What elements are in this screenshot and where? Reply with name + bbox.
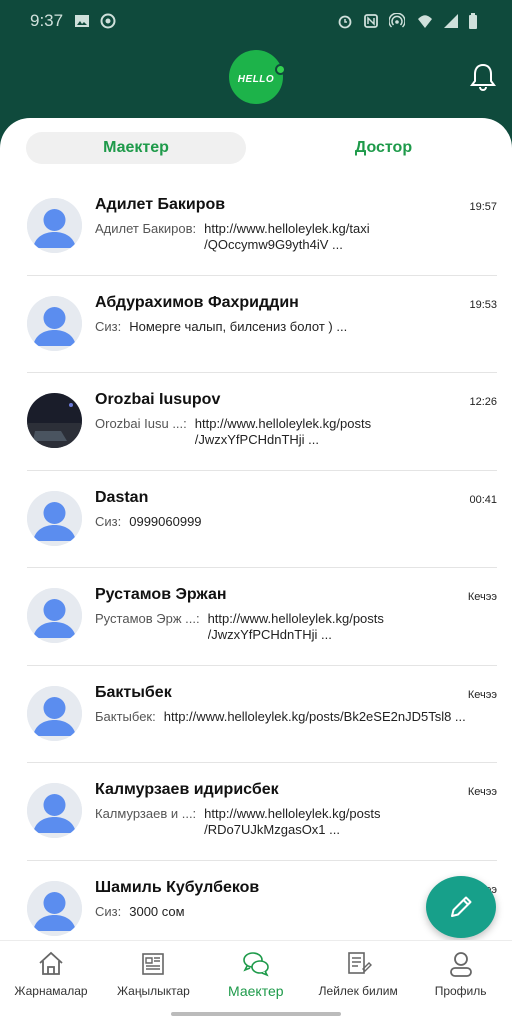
contact-name: Адилет Бакиров <box>95 196 226 213</box>
nav-item-chat[interactable]: Маектер <box>205 941 307 1007</box>
message-text: http://www.helloleylek.kg/posts /JwzxYfP… <box>207 611 384 642</box>
tabs: Маектер Достор <box>26 132 496 164</box>
contact-name: Dastan <box>95 488 149 506</box>
message-preview: Рустамов Эрж ...: http://www.helloleylek.… <box>95 611 497 643</box>
nav-label: Маектер <box>228 983 284 999</box>
contact-name: Orozbai Iusupov <box>95 391 221 408</box>
conversation-row[interactable]: Рустамов Эржан Кечээ Рустамов Эрж ...: http… <box>0 568 512 666</box>
conversation-row[interactable]: Бактыбек Кечээ Бактыбек: http://www.hellole… <box>0 666 512 763</box>
message-time: 19:57 <box>469 201 497 213</box>
nfc-icon <box>364 14 378 28</box>
message-text: http://www.helloleylek.kg/posts/Bk2eSE2n… <box>163 708 466 724</box>
battery-icon <box>469 13 477 29</box>
logo-text: HELLO <box>237 73 275 85</box>
app-logo: HELLO <box>229 50 283 104</box>
message-preview: Сиз: 0999060999 <box>95 514 497 530</box>
contact-name: Рустамов Эржан <box>95 586 227 603</box>
conversation-row[interactable]: Адилет Бакиров 19:57 Адилет Бакиров: http:/… <box>0 178 512 276</box>
contact-name: Калмурзаев идирисбек <box>95 781 279 798</box>
message-sender: Сиз: <box>95 903 122 919</box>
avatar <box>27 685 82 741</box>
avatar <box>27 393 82 448</box>
conversation-row[interactable]: Калмурзаев идирисбек Кечээ Калмурзаев и ..… <box>0 763 512 861</box>
contact-name: Шамиль Кубулбеков <box>95 878 260 896</box>
nav-item-home[interactable]: Жарнамалар <box>0 941 102 1007</box>
message-sender: Бактыбек: <box>95 708 156 724</box>
message-time: 00:41 <box>469 493 497 506</box>
message-preview: Адилет Бакиров: http://www.helloleylek.kg… <box>95 221 497 253</box>
avatar <box>27 588 82 643</box>
message-preview: Бактыбек: http://www.helloleylek.kg/posts… <box>95 709 497 725</box>
document-icon <box>348 952 373 974</box>
message-sender: Рустамов Эрж ...: <box>95 611 200 626</box>
message-preview: Orozbai Iusu ...: http://www.helloleylek.… <box>95 416 497 448</box>
chat-icon <box>242 952 269 977</box>
sync-icon <box>100 13 116 29</box>
message-time: 12:26 <box>469 396 497 408</box>
avatar <box>27 783 82 838</box>
message-time: Кечээ <box>467 591 497 603</box>
message-sender: Orozbai Iusu ...: <box>95 416 187 431</box>
message-text: 0999060999 <box>129 513 202 529</box>
compose-button[interactable] <box>426 876 496 938</box>
message-text: http://www.helloleylek.kg/posts /RDo7UJk… <box>204 806 381 837</box>
contact-name: Абдурахимов Фахриддин <box>95 293 299 311</box>
alarm-icon <box>338 15 352 29</box>
message-text: Номерге чалып, билсениз болот ) ... <box>129 318 348 334</box>
contact-name: Бактыбек <box>95 683 172 701</box>
conversation-row[interactable]: Dastan 00:41 Сиз: 0999060999 <box>0 471 512 568</box>
gallery-icon <box>75 15 89 27</box>
avatar <box>27 880 82 936</box>
message-sender: Сиз: <box>95 513 122 529</box>
nav-label: Жарнамалар <box>14 984 88 998</box>
message-sender: Калмурзаев и ...: <box>95 806 197 821</box>
avatar <box>27 295 82 351</box>
bell-icon[interactable] <box>469 62 497 92</box>
nav-label: Лейлек билим <box>318 984 398 998</box>
message-time: Кечээ <box>467 688 497 701</box>
message-text: 3000 сом <box>129 903 185 919</box>
tab-friends[interactable]: Достор <box>271 132 496 164</box>
online-dot <box>275 64 286 75</box>
message-text: http://www.helloleylek.kg/posts /JwzxYfP… <box>194 416 372 447</box>
hotspot-icon <box>389 13 405 28</box>
signal-icon <box>444 14 458 28</box>
nav-item-document[interactable]: Лейлек билим <box>307 941 409 1007</box>
profile-icon <box>449 952 472 977</box>
pencil-icon <box>451 896 472 917</box>
conversation-row[interactable]: Абдурахимов Фахриддин 19:53 Сиз: Номерге ча… <box>0 276 512 373</box>
nav-label: Жаңылыктар <box>116 984 190 998</box>
nav-item-profile[interactable]: Профиль <box>410 941 512 1007</box>
message-time: Кечээ <box>467 786 497 798</box>
newspaper-icon <box>142 953 165 975</box>
avatar <box>27 490 82 546</box>
home-icon <box>39 951 63 975</box>
message-text: http://www.helloleylek.kg/taxi /QOccymw9… <box>204 221 370 252</box>
nav-label: Профиль <box>434 984 487 998</box>
nav-item-newspaper[interactable]: Жаңылыктар <box>102 941 204 1007</box>
status-time: 9:37 <box>30 11 64 30</box>
message-preview: Сиз: Номерге чалып, билсениз болот ) ... <box>95 319 497 335</box>
conversation-row[interactable]: Orozbai Iusupov 12:26 Orozbai Iusu ...: htt… <box>0 373 512 471</box>
home-indicator <box>171 1012 341 1016</box>
wifi-icon <box>418 15 432 28</box>
avatar <box>27 198 82 253</box>
message-time: 19:53 <box>469 298 497 311</box>
tab-messages[interactable]: Маектер <box>26 132 246 164</box>
status-bar: 9:37 <box>0 0 512 44</box>
message-sender: Адилет Бакиров: <box>95 221 197 236</box>
message-sender: Сиз: <box>95 318 122 334</box>
conversation-list: Адилет Бакиров 19:57 Адилет Бакиров: http:/… <box>0 178 512 958</box>
message-preview: Калмурзаев и ...: http://www.helloleylek.… <box>95 806 497 838</box>
